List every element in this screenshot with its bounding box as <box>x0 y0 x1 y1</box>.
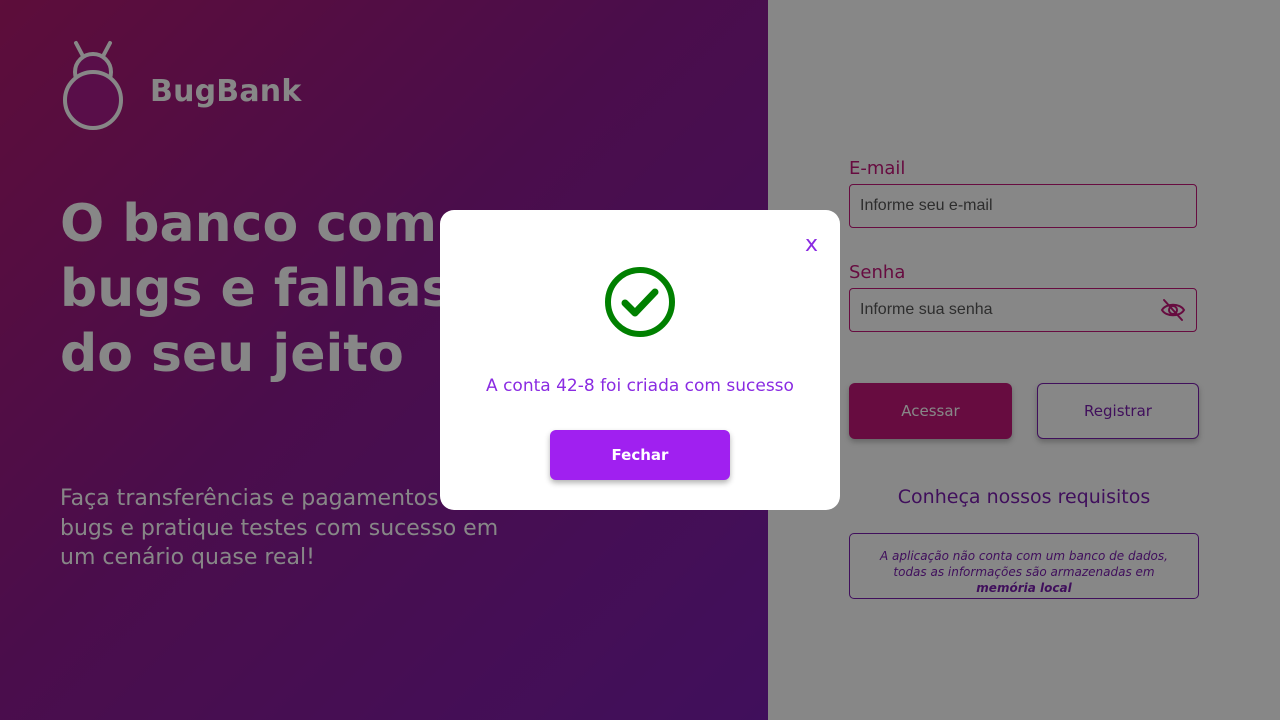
page: BugBank O banco com bugs e falhas do seu… <box>0 0 1280 720</box>
close-modal-button[interactable]: Fechar <box>550 430 730 480</box>
check-circle-icon <box>605 267 675 337</box>
success-modal: x A conta 42-8 foi criada com sucesso Fe… <box>440 210 840 510</box>
modal-message: A conta 42-8 foi criada com sucesso <box>486 376 794 396</box>
modal-close-button[interactable]: x <box>805 232 818 257</box>
